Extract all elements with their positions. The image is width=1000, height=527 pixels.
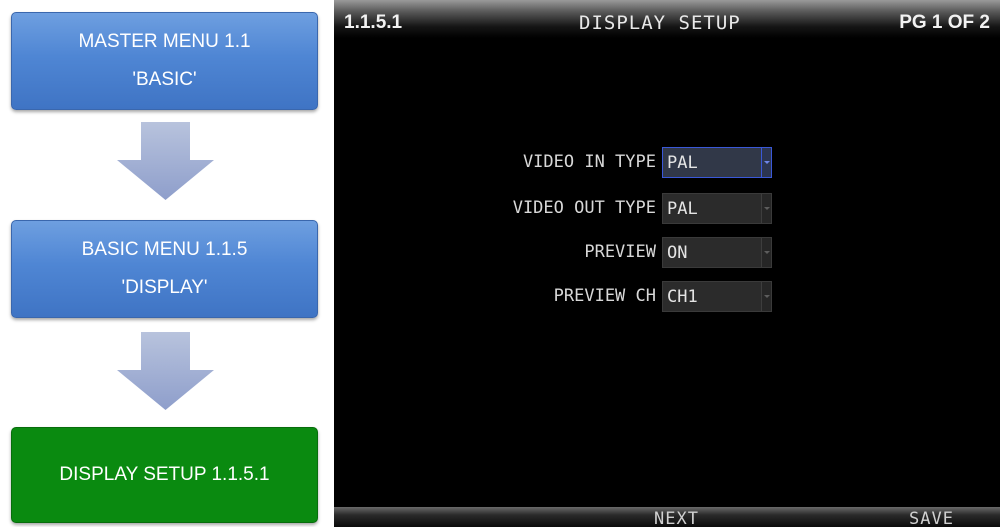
title-bar: 1.1.5.1 DISPLAY SETUP PG 1 OF 2 (334, 0, 1000, 38)
flow-step-subtitle: 'DISPLAY' (121, 277, 208, 298)
flow-step-title: MASTER MENU 1.1 (78, 31, 251, 52)
select-value: PAL (667, 153, 698, 173)
dropdown-arrow-icon[interactable] (761, 194, 771, 223)
flow-step-display-setup: DISPLAY SETUP 1.1.5.1 (11, 427, 318, 523)
screen-title: DISPLAY SETUP (579, 12, 741, 34)
flow-step-master-menu: MASTER MENU 1.1 'BASIC' (11, 12, 318, 110)
next-button[interactable]: NEXT (654, 509, 699, 527)
dropdown-arrow-icon[interactable] (761, 282, 771, 311)
select-value: CH1 (667, 287, 698, 307)
dvr-display-setup-screen: 1.1.5.1 DISPLAY SETUP PG 1 OF 2 VIDEO IN… (334, 0, 1000, 527)
down-arrow-icon (117, 332, 214, 410)
flow-step-subtitle: 'BASIC' (132, 69, 197, 90)
dropdown-arrow-icon[interactable] (761, 238, 771, 267)
field-label: PREVIEW CH (553, 286, 656, 306)
field-label: VIDEO OUT TYPE (512, 198, 656, 218)
select-value: ON (667, 243, 688, 263)
select-value: PAL (667, 199, 698, 219)
preview-ch-select[interactable]: CH1 (662, 281, 772, 312)
field-label: PREVIEW (584, 242, 656, 262)
save-button[interactable]: SAVE (909, 509, 954, 527)
video-out-type-select[interactable]: PAL (662, 193, 772, 224)
flow-step-title: DISPLAY SETUP 1.1.5.1 (59, 464, 270, 485)
flow-step-title: BASIC MENU 1.1.5 (81, 239, 248, 260)
bottom-bar: NEXT SAVE (334, 507, 1000, 527)
preview-select[interactable]: ON (662, 237, 772, 268)
page-indicator: PG 1 OF 2 (899, 12, 990, 33)
menu-code: 1.1.5.1 (344, 12, 403, 33)
video-in-type-select[interactable]: PAL (662, 147, 772, 178)
dropdown-arrow-icon[interactable] (761, 148, 771, 177)
field-label: VIDEO IN TYPE (522, 152, 656, 172)
down-arrow-icon (117, 122, 214, 200)
flow-step-basic-menu: BASIC MENU 1.1.5 'DISPLAY' (11, 220, 318, 318)
